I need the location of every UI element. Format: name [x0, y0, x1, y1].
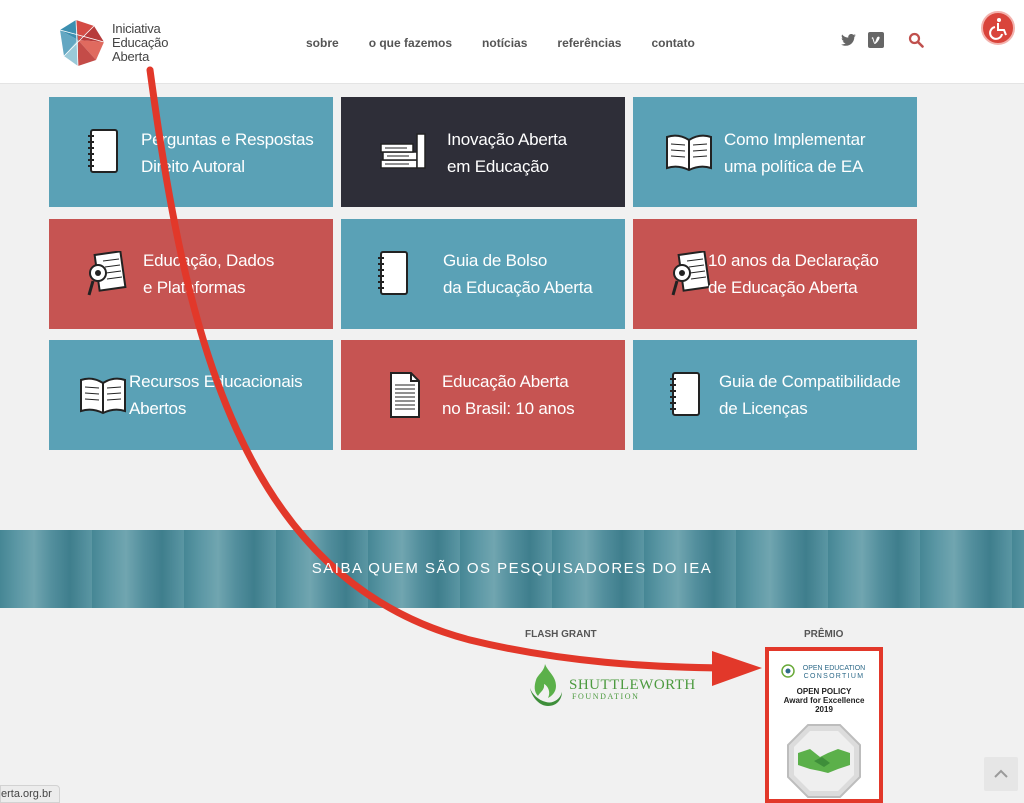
tile-label-line-1: Educação Aberta: [442, 372, 569, 391]
document-magnifier-icon: [671, 251, 711, 296]
tile-label: Perguntas e Respostas Direito Autoral: [141, 126, 314, 180]
banner-text: SAIBA QUEM SÃO OS PESQUISADORES DO IEA: [311, 560, 713, 577]
tile-label-line-2: Abertos: [129, 399, 187, 418]
search-icon[interactable]: [908, 32, 924, 48]
award-org-line-2: CONSORTIUM: [803, 673, 865, 680]
premio-caption: PRÊMIO: [804, 629, 844, 640]
tile-label-line-2: no Brasil: 10 anos: [442, 399, 575, 418]
tile-educacao-aberta-brasil[interactable]: Educação Aberta no Brasil: 10 anos: [341, 340, 625, 450]
tile-label-line-2: em Educação: [447, 157, 549, 176]
document-magnifier-icon: [87, 251, 127, 296]
wheelchair-icon: [989, 18, 1007, 40]
researchers-banner[interactable]: SAIBA QUEM SÃO OS PESQUISADORES DO IEA: [0, 530, 1024, 608]
tile-label: Inovação Aberta em Educação: [447, 126, 567, 180]
award-title-line-3: 2019: [815, 705, 833, 714]
network-logo-icon: [59, 19, 105, 67]
back-to-top-button[interactable]: [984, 757, 1018, 791]
award-title-line-2: Award for Excellence: [783, 696, 865, 705]
tile-label-line-1: Recursos Educacionais: [129, 372, 303, 391]
oec-logo-icon: [781, 664, 795, 678]
tile-label: Como Implementar uma política de EA: [724, 126, 866, 180]
main-nav: sobre o que fazemos notícias referências…: [306, 36, 725, 50]
nav-referencias[interactable]: referências: [557, 36, 621, 50]
nav-o-que-fazemos[interactable]: o que fazemos: [369, 36, 452, 50]
site-header: Iniciativa Educação Aberta sobre o que f…: [0, 0, 1024, 84]
notebook-icon: [670, 372, 700, 416]
nav-contato[interactable]: contato: [651, 36, 694, 50]
tile-label-line-2: uma política de EA: [724, 157, 864, 176]
tile-guia-de-bolso[interactable]: Guia de Bolso da Educação Aberta: [341, 219, 625, 329]
tile-label: Recursos Educacionais Abertos: [129, 368, 303, 422]
tile-label: Guia de Bolso da Educação Aberta: [443, 247, 593, 301]
accessibility-button[interactable]: [981, 11, 1015, 45]
tile-label-line-1: Inovação Aberta: [447, 130, 567, 149]
tile-como-implementar[interactable]: Como Implementar uma política de EA: [633, 97, 917, 207]
tile-label: Educação, Dados e Plataformas: [143, 247, 274, 301]
tile-label-line-1: Guia de Compatibilidade: [719, 372, 901, 391]
flash-grant-caption: FLASH GRANT: [525, 629, 597, 640]
tile-label-line-2: da Educação Aberta: [443, 278, 593, 297]
twitter-icon[interactable]: [840, 32, 857, 48]
tile-inovacao-aberta[interactable]: Inovação Aberta em Educação: [341, 97, 625, 207]
tile-label-line-2: de Licenças: [719, 399, 808, 418]
vimeo-icon[interactable]: [868, 32, 884, 48]
tile-label: 10 anos da Declaração de Educação Aberta: [708, 247, 879, 301]
shuttleworth-flame-icon: [530, 664, 562, 706]
tile-guia-compatibilidade[interactable]: Guia de Compatibilidade de Licenças: [633, 340, 917, 450]
tile-label: Guia de Compatibilidade de Licenças: [719, 368, 901, 422]
notebook-icon: [378, 251, 408, 295]
logo-line-1: Iniciativa: [112, 21, 161, 36]
tile-label-line-1: 10 anos da Declaração: [708, 251, 879, 270]
nav-sobre[interactable]: sobre: [306, 36, 339, 50]
logo-text: Iniciativa Educação Aberta: [112, 22, 206, 64]
award-title: OPEN POLICY Award for Excellence 2019: [769, 687, 879, 714]
document-icon: [390, 372, 420, 418]
tile-label-line-2: e Plataformas: [143, 278, 246, 297]
handshake-badge-icon: [787, 724, 861, 798]
award-org: OPEN EDUCATION CONSORTIUM: [795, 665, 873, 681]
tile-label-line-2: de Educação Aberta: [708, 278, 858, 297]
open-policy-award[interactable]: OPEN EDUCATION CONSORTIUM OPEN POLICY Aw…: [765, 647, 883, 803]
tile-label-line-1: Guia de Bolso: [443, 251, 548, 270]
shuttleworth-sub: FOUNDATION: [572, 692, 640, 701]
logo-line-2: Educação Aberta: [112, 35, 169, 64]
tile-recursos-educacionais[interactable]: Recursos Educacionais Abertos: [49, 340, 333, 450]
tile-perguntas-respostas[interactable]: Perguntas e Respostas Direito Autoral: [49, 97, 333, 207]
status-bar-url: erta.org.br: [0, 785, 60, 803]
tile-label-line-2: Direito Autoral: [141, 157, 245, 176]
books-icon: [380, 133, 426, 169]
tile-label: Educação Aberta no Brasil: 10 anos: [442, 368, 575, 422]
tile-educacao-dados[interactable]: Educação, Dados e Plataformas: [49, 219, 333, 329]
nav-noticias[interactable]: notícias: [482, 36, 527, 50]
award-org-line-1: OPEN EDUCATION: [802, 665, 866, 672]
chevron-up-icon: [994, 769, 1008, 778]
open-book-icon: [80, 377, 126, 415]
award-title-line-1: OPEN POLICY: [796, 687, 852, 696]
tile-label-line-1: Educação, Dados: [143, 251, 275, 270]
site-logo[interactable]: Iniciativa Educação Aberta: [56, 16, 206, 70]
tile-label-line-1: Como Implementar: [724, 130, 866, 149]
notebook-icon: [88, 129, 118, 173]
open-book-icon: [666, 134, 712, 172]
tile-label-line-1: Perguntas e Respostas: [141, 130, 314, 149]
tile-10-anos-declaracao[interactable]: 10 anos da Declaração de Educação Aberta: [633, 219, 917, 329]
